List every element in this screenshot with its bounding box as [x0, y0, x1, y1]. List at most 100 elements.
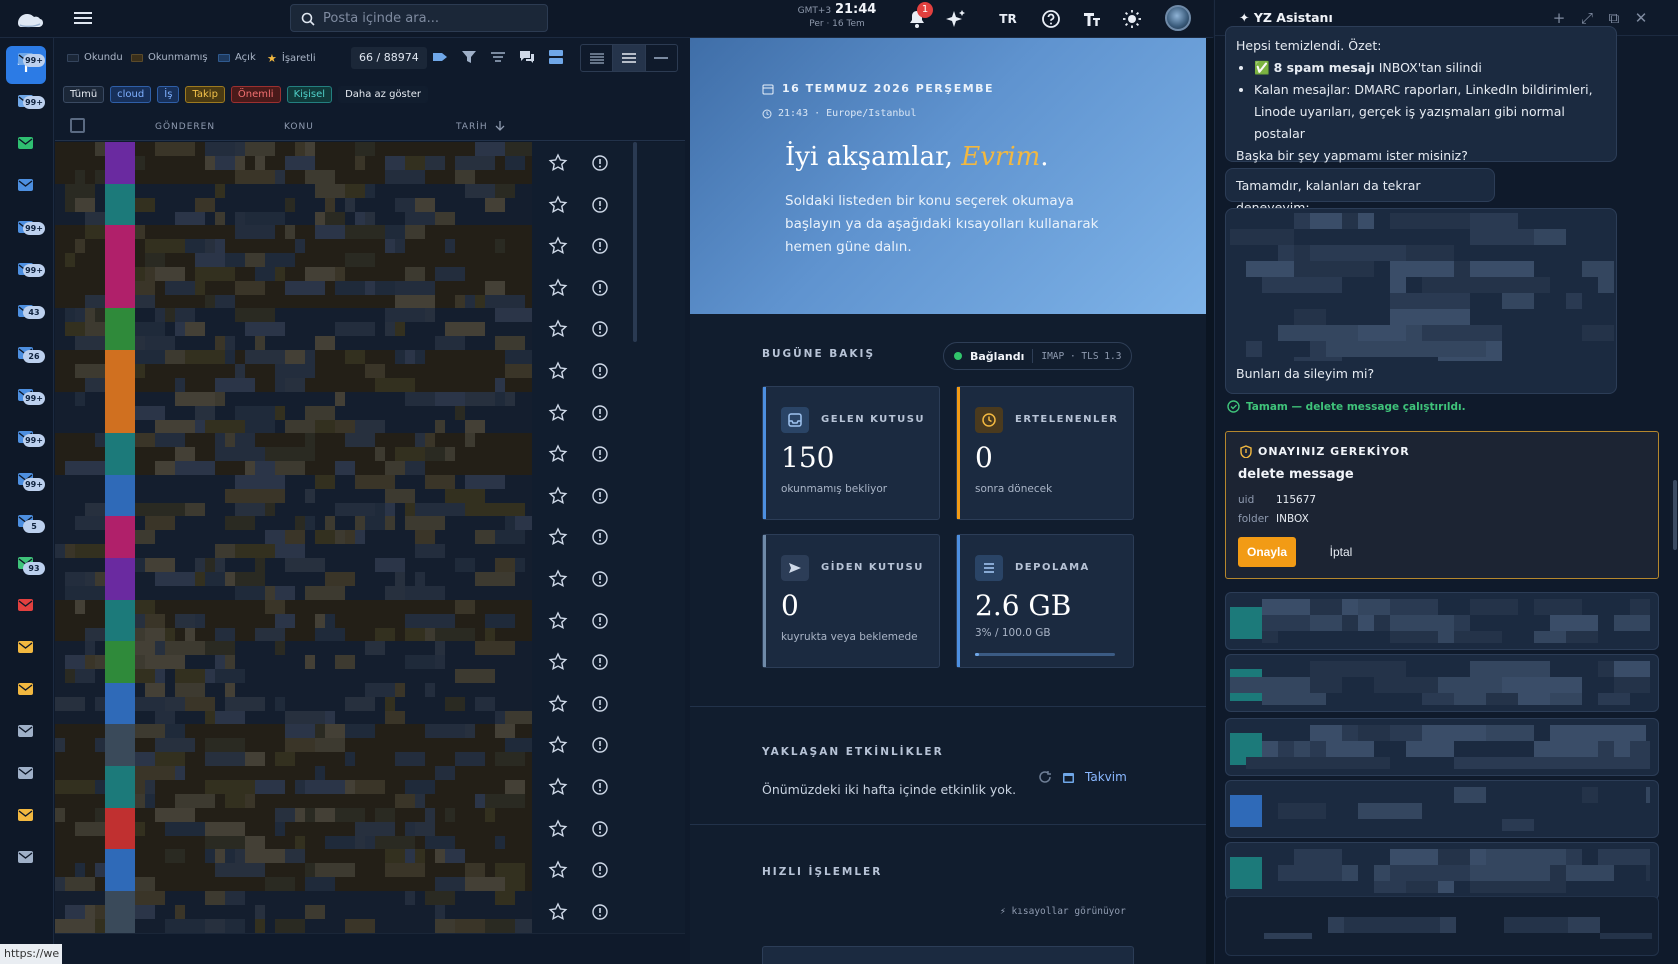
star-icon[interactable]	[548, 902, 568, 922]
table-row[interactable]	[55, 266, 685, 310]
density-compact-button[interactable]	[581, 45, 614, 71]
card-storage[interactable]: DEPOLAMA 2.6 GB 3% / 100.0 GB	[956, 534, 1134, 668]
select-all-checkbox[interactable]	[70, 118, 85, 133]
important-icon[interactable]	[590, 527, 610, 547]
table-row[interactable]	[55, 142, 685, 185]
table-row[interactable]	[55, 849, 685, 893]
star-icon[interactable]	[548, 818, 568, 839]
quick-action-compose[interactable]: C	[762, 946, 1134, 964]
conversation-icon[interactable]	[518, 48, 536, 66]
new-chat-icon[interactable]: +	[1550, 9, 1568, 27]
star-icon[interactable]	[548, 236, 568, 256]
label-icon[interactable]	[431, 48, 449, 66]
star-icon[interactable]	[548, 735, 568, 755]
tag-chip[interactable]: Tümü	[63, 86, 105, 103]
important-icon[interactable]	[590, 195, 610, 215]
help-icon[interactable]	[1041, 9, 1061, 29]
column-sender[interactable]: GÖNDEREN	[155, 122, 215, 132]
important-icon[interactable]	[590, 694, 610, 714]
table-row[interactable]	[55, 474, 685, 518]
send-icon[interactable]	[16, 134, 38, 154]
close-icon[interactable]: ✕	[1632, 9, 1650, 27]
show-less-button[interactable]: Daha az göster	[338, 86, 428, 103]
star-icon[interactable]	[548, 694, 568, 714]
table-row[interactable]	[55, 766, 685, 809]
important-icon[interactable]	[590, 652, 610, 672]
important-icon[interactable]	[590, 735, 610, 755]
folders-icon[interactable]	[16, 764, 38, 784]
sort-icon[interactable]	[489, 48, 507, 66]
important-icon[interactable]	[590, 611, 610, 631]
table-row[interactable]	[55, 433, 685, 477]
important-icon[interactable]	[590, 278, 610, 298]
table-row[interactable]	[55, 807, 685, 851]
assistant-scrollbar[interactable]	[1673, 480, 1677, 550]
search-box[interactable]	[290, 4, 548, 32]
table-row[interactable]	[55, 682, 685, 726]
tag-chip[interactable]: cloud	[110, 86, 152, 103]
star-icon[interactable]	[548, 777, 568, 797]
column-date[interactable]: TARİH	[456, 122, 488, 132]
card-inbox[interactable]: GELEN KUTUSU 150 okunmamış bekliyor	[762, 386, 940, 520]
important-icon[interactable]	[590, 486, 610, 506]
avatar[interactable]	[1165, 5, 1191, 31]
important-icon[interactable]	[590, 777, 610, 797]
table-row[interactable]	[55, 890, 685, 934]
important-icon[interactable]	[590, 444, 610, 464]
important-icon[interactable]	[590, 860, 610, 880]
star-icon[interactable]	[548, 486, 568, 506]
table-row[interactable]	[55, 308, 685, 352]
sun-icon[interactable]	[1122, 9, 1142, 29]
list-scrollbar[interactable]	[633, 142, 637, 342]
table-row[interactable]	[55, 724, 685, 768]
important-icon[interactable]	[590, 319, 610, 339]
table-row[interactable]	[55, 391, 685, 435]
tag-chip[interactable]: Önemli	[230, 86, 281, 103]
tag-chip[interactable]: Takip	[185, 86, 225, 103]
refresh-icon[interactable]	[1038, 770, 1052, 784]
trash-icon[interactable]	[16, 596, 38, 616]
star-icon[interactable]	[548, 153, 568, 173]
star-icon[interactable]	[548, 361, 568, 381]
table-row[interactable]	[55, 183, 685, 227]
language-button[interactable]: TR	[996, 9, 1020, 29]
important-icon[interactable]	[590, 902, 610, 922]
calendar-link[interactable]: Takvim	[1038, 770, 1127, 784]
card-outbox[interactable]: GİDEN KUTUSU 0 kuyrukta veya beklemede	[762, 534, 940, 668]
density-wide-button[interactable]	[646, 45, 677, 71]
table-row[interactable]	[55, 225, 685, 269]
table-row[interactable]	[55, 641, 685, 685]
people-icon[interactable]	[16, 722, 38, 742]
star-icon[interactable]	[548, 610, 568, 631]
star-icon[interactable]	[548, 860, 568, 880]
table-row[interactable]	[55, 350, 685, 393]
cancel-button[interactable]: İptal	[1316, 537, 1366, 567]
popout-icon[interactable]: ⧉	[1605, 9, 1623, 27]
column-subject[interactable]: KONU	[284, 122, 314, 132]
tag-chip[interactable]: Kişisel	[286, 86, 333, 103]
star-icon[interactable]	[548, 278, 568, 298]
text-size-icon[interactable]	[1082, 9, 1102, 29]
tag-chip[interactable]: İş	[157, 86, 180, 103]
table-row[interactable]	[55, 599, 685, 643]
important-icon[interactable]	[590, 403, 610, 423]
table-row[interactable]	[55, 558, 685, 601]
drafts-icon[interactable]	[16, 176, 38, 196]
split-view-icon[interactable]	[547, 48, 565, 66]
search-input[interactable]	[323, 9, 541, 27]
important-icon[interactable]	[590, 569, 610, 589]
sort-down-icon[interactable]	[495, 120, 505, 132]
card-snoozed[interactable]: ERTELENENLER 0 sonra dönecek	[956, 386, 1134, 520]
menu-icon[interactable]	[74, 10, 92, 26]
star-icon[interactable]	[548, 527, 568, 547]
filter-icon[interactable]	[460, 48, 478, 66]
tag-icon[interactable]	[16, 806, 38, 826]
sparkle-icon[interactable]	[946, 9, 966, 29]
star-icon[interactable]	[548, 319, 568, 339]
contacts-icon[interactable]	[16, 680, 38, 700]
star-icon[interactable]	[548, 402, 568, 423]
star-icon[interactable]	[548, 652, 568, 672]
star-icon[interactable]	[548, 569, 568, 589]
calendar-label[interactable]: Takvim	[1085, 770, 1127, 784]
star-icon[interactable]	[548, 194, 568, 215]
